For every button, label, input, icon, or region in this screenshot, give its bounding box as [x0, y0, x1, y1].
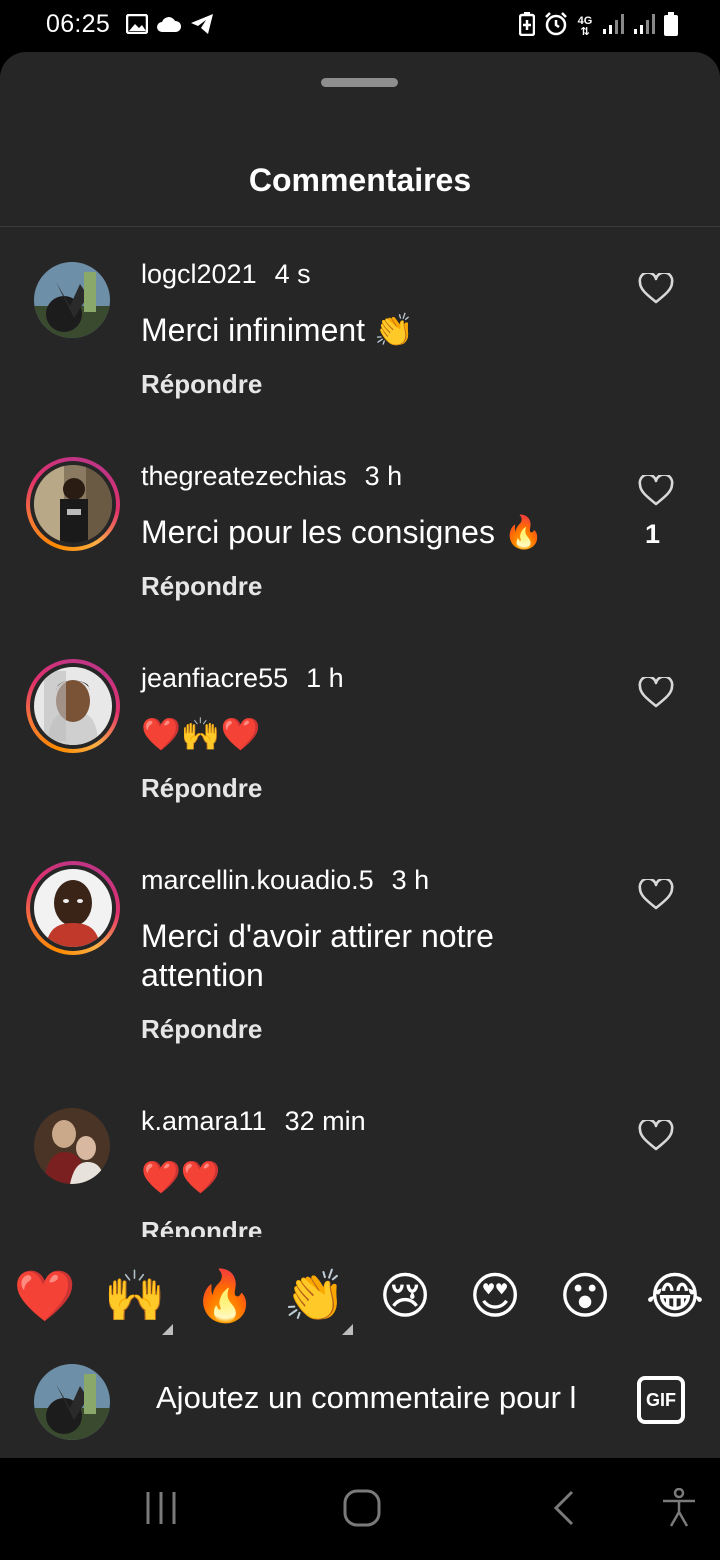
comment-text: Merci d'avoir attirer notre attention — [141, 918, 494, 993]
comment-header: marcellin.kouadio.5 3 h — [141, 865, 429, 896]
emoji-surprised-button[interactable]: 😮 — [553, 1264, 617, 1328]
battery-icon — [664, 12, 678, 41]
avatar[interactable] — [34, 1108, 110, 1184]
own-avatar — [34, 1364, 110, 1440]
like-count: 1 — [645, 519, 661, 549]
reply-button[interactable]: Répondre — [141, 773, 262, 804]
comment-header: jeanfiacre55 1 h — [141, 663, 344, 694]
battery-saver-icon — [518, 12, 536, 41]
status-time: 06:25 — [46, 10, 111, 38]
comment-input[interactable]: Ajoutez un commentaire pour l — [156, 1380, 602, 1416]
skin-tone-indicator — [342, 1324, 353, 1335]
comment-time: 32 min — [284, 1106, 366, 1136]
reply-button[interactable]: Répondre — [141, 369, 262, 400]
comment-header: logcl2021 4 s — [141, 259, 311, 290]
comment-time: 3 h — [391, 865, 430, 895]
sheet-title: Commentaires — [248, 162, 472, 198]
emoji-clapping-button[interactable]: 👏 — [283, 1264, 347, 1328]
alarm-icon — [544, 12, 568, 41]
comment-username[interactable]: marcellin.kouadio.5 — [141, 865, 374, 895]
avatar — [34, 465, 112, 543]
emoji-fire-button[interactable]: 🔥 — [193, 1264, 257, 1328]
drag-handle[interactable] — [321, 78, 398, 87]
emoji-heart-button[interactable]: ❤️ — [13, 1264, 77, 1328]
comments-list[interactable]: logcl2021 4 s Merci infiniment 👏 Répondre… — [0, 227, 720, 1237]
avatar-story-ring[interactable] — [26, 659, 120, 753]
network-label: 4G — [577, 14, 593, 27]
like-heart-icon[interactable] — [638, 877, 674, 911]
signal-icon — [633, 13, 655, 40]
status-bar: 06:25 4G ⇅ — [0, 0, 720, 52]
reply-button[interactable]: Répondre — [141, 1216, 262, 1237]
emoji-tears-of-joy-button[interactable]: 😂 — [643, 1264, 707, 1328]
reply-button[interactable]: Répondre — [141, 571, 262, 602]
comment-username[interactable]: jeanfiacre55 — [141, 663, 288, 693]
4g-icon: 4G ⇅ — [577, 14, 593, 38]
navigation-bar — [0, 1458, 720, 1560]
emoji-heart-eyes-button[interactable]: 😍 — [463, 1264, 527, 1328]
reply-button[interactable]: Répondre — [141, 1014, 262, 1045]
gif-button[interactable]: GIF — [637, 1376, 685, 1424]
like-heart-icon[interactable] — [638, 271, 674, 305]
comment-username[interactable]: k.amara11 — [141, 1106, 267, 1136]
comment-header: k.amara11 32 min — [141, 1106, 366, 1137]
emoji-quick-bar: ❤️ 🙌 🔥 👏 😢 😍 😮 😂 — [0, 1246, 720, 1346]
like-heart-icon[interactable] — [638, 473, 674, 507]
like-heart-icon[interactable] — [638, 1118, 674, 1152]
avatar — [34, 869, 112, 947]
telegram-icon — [190, 13, 214, 40]
signal-icon — [602, 13, 624, 40]
avatar-story-ring[interactable] — [26, 861, 120, 955]
status-right-icons: 4G ⇅ — [518, 12, 678, 41]
back-icon[interactable] — [552, 1490, 576, 1531]
comment-text: ❤️❤️ — [141, 1159, 221, 1195]
comment-time: 3 h — [364, 461, 403, 491]
recents-icon[interactable] — [144, 1490, 180, 1531]
home-icon[interactable] — [343, 1489, 381, 1532]
comment-time: 1 h — [306, 663, 344, 693]
comment-text: ❤️🙌❤️ — [141, 716, 261, 752]
comment-input-row: Ajoutez un commentaire pour l GIF — [0, 1346, 720, 1456]
comment-text: Merci pour les consignes 🔥 — [141, 514, 544, 550]
avatar — [34, 667, 112, 745]
comment-header: thegreatezechias 3 h — [141, 461, 402, 492]
comment-text: Merci infiniment 👏 — [141, 312, 414, 348]
accessibility-icon[interactable] — [661, 1487, 697, 1533]
emoji-raising-hands-button[interactable]: 🙌 — [103, 1264, 167, 1328]
emoji-crying-button[interactable]: 😢 — [373, 1264, 437, 1328]
cloud-icon — [156, 15, 182, 38]
like-heart-icon[interactable] — [638, 675, 674, 709]
skin-tone-indicator — [162, 1324, 173, 1335]
status-left-icons — [125, 13, 214, 40]
comment-time: 4 s — [274, 259, 311, 289]
avatar[interactable] — [34, 262, 110, 338]
comment-username[interactable]: thegreatezechias — [141, 461, 347, 491]
comment-username[interactable]: logcl2021 — [141, 259, 257, 289]
image-icon — [125, 13, 149, 39]
avatar-story-ring[interactable] — [26, 457, 120, 551]
comments-sheet: Commentaires logcl2021 4 s Merci infinime… — [0, 52, 720, 1458]
